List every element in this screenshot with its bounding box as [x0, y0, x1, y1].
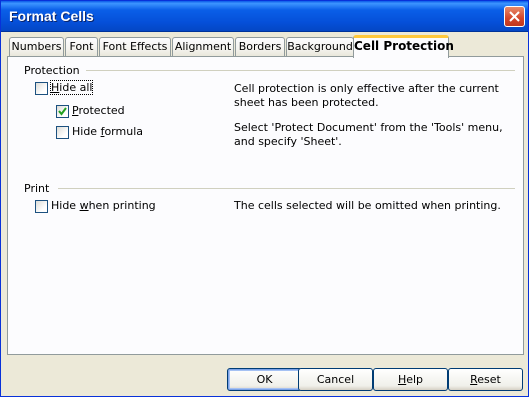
protection-info-text: Cell protection is only effective after …	[234, 82, 499, 109]
hide-when-printing-label[interactable]: Hide when printing	[51, 199, 156, 212]
window-title: Format Cells	[9, 8, 94, 24]
format-cells-dialog: Format Cells Numbers Font Font Effects A…	[0, 0, 529, 397]
hide-when-printing-checkbox[interactable]	[35, 200, 48, 213]
checkmark-icon	[58, 107, 67, 116]
protection-separator	[86, 70, 515, 71]
reset-button[interactable]: Reset	[448, 368, 523, 391]
hide-all-checkbox[interactable]	[35, 82, 48, 95]
protected-label[interactable]: Protected	[72, 104, 125, 117]
help-button[interactable]: Help	[373, 368, 448, 391]
tab-font[interactable]: Font	[65, 37, 98, 56]
protect-document-hint: Select 'Protect Document' from the 'Tool…	[234, 121, 503, 148]
tab-background[interactable]: Background	[286, 37, 354, 56]
title-bar[interactable]: Format Cells	[1, 1, 528, 32]
cancel-button[interactable]: Cancel	[298, 368, 373, 391]
print-separator	[58, 188, 515, 189]
tab-borders[interactable]: Borders	[235, 37, 285, 56]
close-icon	[509, 11, 520, 22]
print-info-text: The cells selected will be omitted when …	[234, 199, 501, 212]
tab-font-effects[interactable]: Font Effects	[99, 37, 171, 56]
hide-formula-checkbox[interactable]	[56, 126, 69, 139]
protected-checkbox[interactable]	[56, 105, 69, 118]
hide-formula-label[interactable]: Hide formula	[72, 125, 143, 138]
cell-protection-panel: Protection Hide all Protected Hide formu…	[7, 56, 524, 355]
print-heading: Print	[24, 182, 50, 195]
close-button[interactable]	[504, 6, 525, 27]
tab-numbers[interactable]: Numbers	[9, 37, 64, 56]
tab-cell-protection[interactable]: Cell Protection	[353, 35, 454, 58]
hide-all-label[interactable]: Hide all	[49, 80, 94, 95]
protection-heading: Protection	[24, 64, 80, 77]
ok-button[interactable]: OK	[227, 368, 302, 391]
tab-alignment[interactable]: Alignment	[172, 37, 234, 56]
